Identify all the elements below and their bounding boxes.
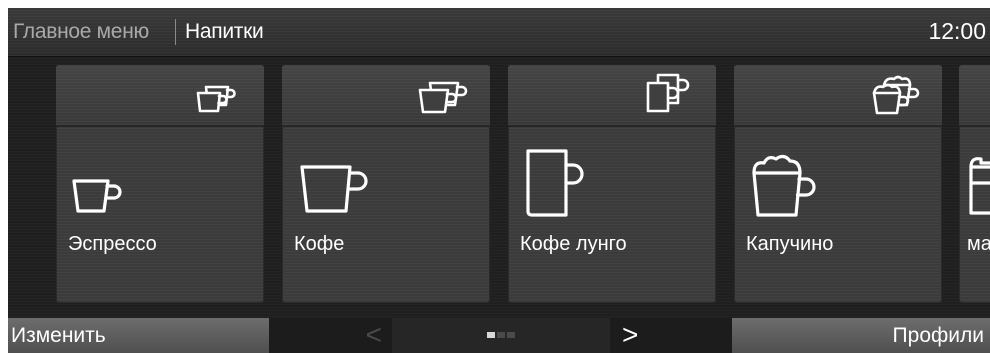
tile-macchiato[interactable]: ма — [959, 65, 990, 303]
tile-lungo[interactable]: Кофе лунго — [508, 65, 716, 303]
cappuccino-cup-icon — [752, 154, 816, 217]
tile-label: Кофе лунго — [520, 233, 627, 255]
tile-label: Эспрессо — [68, 233, 157, 255]
beverage-tiles: Эспрессо Кофе Кофе лунго Капучино ма — [8, 65, 990, 303]
next-page-button[interactable]: > — [610, 318, 732, 353]
prev-page-button[interactable]: < — [269, 318, 392, 353]
page-dot-active — [487, 332, 495, 338]
edit-button[interactable]: Изменить — [8, 318, 269, 353]
tile-label: Кофе — [294, 233, 345, 255]
breadcrumb-current: Напитки — [185, 20, 264, 43]
tile-coffee[interactable]: Кофе — [282, 65, 490, 303]
double-cappuccino-cups-icon — [872, 75, 920, 115]
tile-cappuccino-double-button[interactable] — [734, 65, 942, 127]
tile-label: Капучино — [746, 233, 834, 255]
profiles-button[interactable]: Профили — [732, 318, 990, 353]
lungo-mug-icon — [526, 149, 584, 217]
tile-label: ма — [967, 233, 990, 255]
breadcrumb-separator — [175, 19, 176, 45]
page-dot — [507, 332, 515, 338]
tile-lungo-double-button[interactable] — [508, 65, 716, 127]
bottom-bar: Изменить < > Профили — [8, 318, 990, 353]
tile-espresso-double-button[interactable] — [56, 65, 264, 127]
tile-macchiato-double-button[interactable] — [959, 65, 990, 127]
tile-coffee-double-button[interactable] — [282, 65, 490, 127]
page-dot — [497, 332, 505, 338]
tile-espresso[interactable]: Эспрессо — [56, 65, 264, 303]
pager: < > — [269, 318, 732, 353]
tile-cappuccino[interactable]: Капучино — [734, 65, 942, 303]
clock: 12:00 — [928, 18, 986, 44]
espresso-cup-icon — [72, 179, 122, 213]
double-lungo-mugs-icon — [646, 73, 690, 113]
header-bar: Главное меню Напитки 12:00 — [8, 8, 990, 57]
page-indicator — [392, 318, 610, 353]
double-coffee-cups-icon — [418, 81, 468, 114]
breadcrumb-main-menu[interactable]: Главное меню — [13, 20, 149, 44]
macchiato-glass-icon — [969, 157, 990, 215]
coffee-machine-screen: Главное меню Напитки 12:00 Эспрессо Кофе… — [8, 8, 990, 353]
double-espresso-cups-icon — [196, 85, 236, 113]
coffee-cup-icon — [300, 165, 368, 213]
